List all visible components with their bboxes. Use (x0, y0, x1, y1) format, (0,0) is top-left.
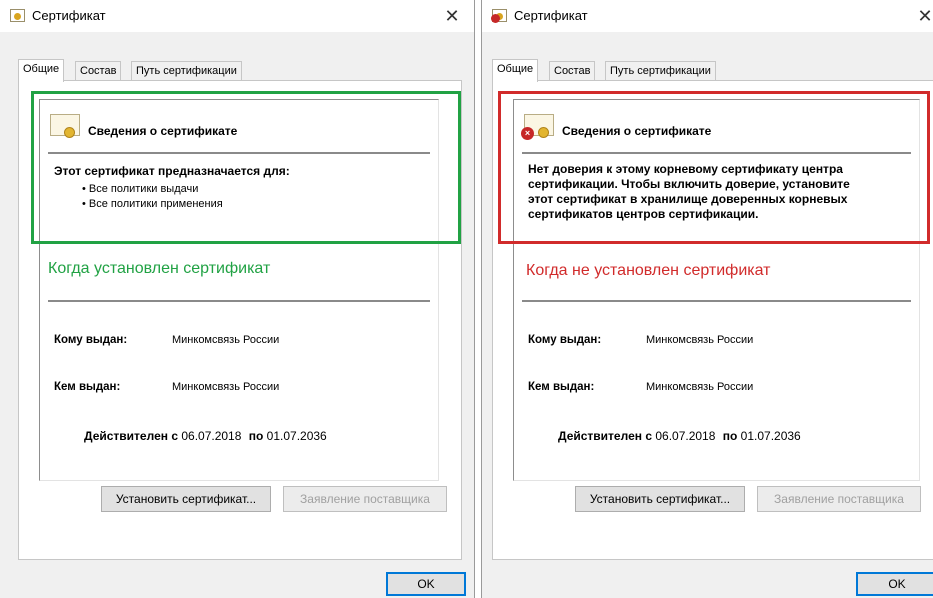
tab-general[interactable]: Общие (18, 59, 65, 82)
ok-button[interactable]: OK (856, 572, 933, 596)
tab-details[interactable]: Состав (549, 61, 596, 81)
not-installed-caption: Когда не установлен сертификат (526, 262, 771, 279)
certificate-error-icon: × (521, 114, 554, 142)
title-bar: Сертификат ✕ (0, 0, 474, 32)
valid-from-date: 06.07.2018 (181, 429, 242, 443)
valid-from-date: 06.07.2018 (655, 429, 716, 443)
tab-certification-path[interactable]: Путь сертификации (605, 61, 716, 81)
valid-to-label: по (248, 429, 264, 443)
divider (522, 300, 911, 302)
certificate-icon (10, 9, 25, 22)
divider (48, 300, 430, 302)
info-title: Сведения о сертификате (88, 124, 238, 138)
issued-by-label: Кем выдан: (54, 381, 121, 393)
valid-to-date: 01.07.2036 (266, 429, 327, 443)
certificate-dialog-not-installed: Сертификат ✕ Общие Состав Путь сертифика… (481, 0, 933, 598)
issuer-statement-button[interactable]: Заявление поставщика (757, 486, 921, 512)
tab-details[interactable]: Состав (75, 61, 122, 81)
close-icon[interactable]: ✕ (440, 4, 464, 28)
general-tab-panel: × Сведения о сертификате Нет доверия к э… (492, 80, 933, 560)
issued-by-value: Минкомсвязь России (646, 381, 754, 393)
divider (522, 152, 911, 154)
general-tab-panel: Сведения о сертификате Этот сертификат п… (18, 80, 462, 560)
issued-by-value: Минкомсвязь России (172, 381, 280, 393)
valid-to-date: 01.07.2036 (740, 429, 801, 443)
valid-from-label: Действителен с (558, 429, 652, 443)
valid-from-label: Действителен с (84, 429, 178, 443)
tab-certification-path[interactable]: Путь сертификации (131, 61, 242, 81)
issuer-statement-button[interactable]: Заявление поставщика (283, 486, 447, 512)
issued-by-label: Кем выдан: (528, 381, 595, 393)
window-title: Сертификат (514, 8, 588, 23)
install-certificate-button[interactable]: Установить сертификат... (101, 486, 271, 512)
installed-caption: Когда установлен сертификат (48, 260, 271, 277)
certificate-info-box: × Сведения о сертификате Нет доверия к э… (513, 99, 920, 481)
issued-to-value: Минкомсвязь России (172, 334, 280, 346)
purpose-list: Все политики выдачи Все политики примене… (82, 182, 223, 212)
close-icon[interactable]: ✕ (913, 4, 933, 28)
validity-row: Действителен с 06.07.2018 по 01.07.2036 (558, 429, 805, 443)
certificate-icon (50, 114, 80, 142)
certificate-dialog-installed: Сертификат ✕ Общие Состав Путь сертифика… (0, 0, 475, 598)
untrusted-warning: Нет доверия к этому корневому сертификат… (528, 162, 850, 221)
list-item: Все политики применения (82, 197, 223, 212)
ok-button[interactable]: OK (386, 572, 466, 596)
info-title: Сведения о сертификате (562, 124, 712, 138)
tab-general[interactable]: Общие (492, 59, 539, 82)
validity-row: Действителен с 06.07.2018 по 01.07.2036 (84, 429, 331, 443)
purpose-heading: Этот сертификат предназначается для: (54, 164, 290, 178)
title-bar: Сертификат ✕ (482, 0, 933, 32)
certificate-error-icon (491, 9, 507, 23)
valid-to-label: по (722, 429, 738, 443)
issued-to-value: Минкомсвязь России (646, 334, 754, 346)
window-title: Сертификат (32, 8, 106, 23)
divider (48, 152, 430, 154)
issued-to-label: Кому выдан: (54, 334, 128, 346)
issued-to-label: Кому выдан: (528, 334, 602, 346)
list-item: Все политики выдачи (82, 182, 223, 197)
certificate-info-box: Сведения о сертификате Этот сертификат п… (39, 99, 439, 481)
install-certificate-button[interactable]: Установить сертификат... (575, 486, 745, 512)
